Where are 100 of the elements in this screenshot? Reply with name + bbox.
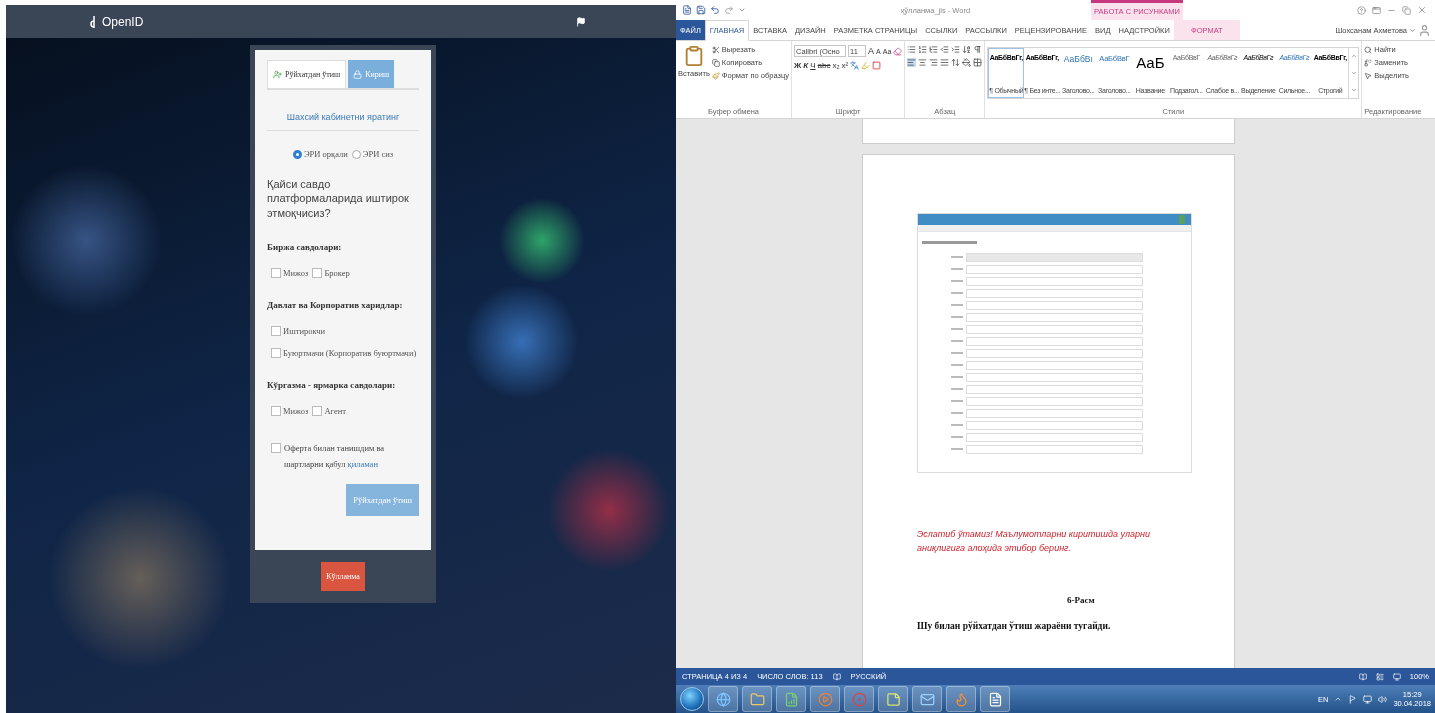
checkbox-label: Иштирокчи: [283, 325, 326, 336]
mail-icon: [919, 691, 935, 707]
borders-icon[interactable]: [973, 58, 983, 67]
radio-button[interactable]: [292, 149, 302, 159]
document-icon: [682, 5, 692, 15]
tray-expand-icon[interactable]: [1334, 695, 1343, 703]
numbering-icon[interactable]: [918, 45, 928, 54]
checkbox[interactable]: [271, 442, 281, 453]
chart-file-icon: [783, 691, 799, 707]
pointer-icon: [1364, 71, 1373, 80]
user-plus-icon: [273, 70, 282, 79]
format-button[interactable]: К: [803, 61, 809, 70]
avatar-icon: [1418, 23, 1431, 37]
figure-caption: 6-Расм: [1067, 595, 1096, 605]
format-button[interactable]: abc: [817, 61, 831, 70]
checkbox[interactable]: [271, 347, 281, 358]
network-icon[interactable]: [1363, 694, 1373, 704]
align-center-icon[interactable]: [918, 58, 928, 67]
agreement-link[interactable]: қиламан: [347, 459, 378, 470]
close-icon[interactable]: [1417, 5, 1427, 15]
play-icon: [817, 691, 833, 707]
taskbar-app[interactable]: [980, 686, 1010, 712]
indent-decrease-icon[interactable]: [940, 45, 950, 54]
align-left-icon[interactable]: [907, 58, 917, 67]
taskbar-app[interactable]: [776, 686, 806, 712]
sticky-note-icon: [885, 691, 901, 707]
checkbox[interactable]: [271, 405, 281, 416]
flag-icon[interactable]: [576, 16, 586, 27]
checkbox[interactable]: [271, 325, 281, 336]
bullets-icon[interactable]: [907, 45, 917, 54]
radio-label: ЭРИ сиз: [362, 149, 394, 159]
line-spacing-icon[interactable]: [951, 58, 961, 67]
caret-icon[interactable]: [738, 6, 746, 14]
flame-icon: [953, 691, 969, 707]
highlighter-icon[interactable]: [861, 61, 871, 70]
format-button[interactable]: Ч: [810, 61, 816, 70]
more-icon[interactable]: [1350, 86, 1357, 93]
taskbar-app[interactable]: [708, 686, 738, 712]
checkbox[interactable]: [271, 267, 281, 278]
format-button[interactable]: x²: [841, 61, 849, 70]
section-heading: Давлат ва Корпоратив харидлар:: [267, 299, 404, 310]
lock-icon: [353, 69, 363, 79]
taskbar-app[interactable]: [946, 686, 976, 712]
circle-icon: [851, 691, 867, 707]
scroll-down-icon[interactable]: [1350, 70, 1357, 76]
section-heading: Кўргазма - ярмарка савдолари:: [267, 379, 397, 390]
taskbar-app[interactable]: [878, 686, 908, 712]
caret-icon[interactable]: [1409, 26, 1416, 34]
web-layout-icon[interactable]: [1392, 672, 1401, 681]
undo-icon[interactable]: [710, 5, 720, 15]
section-heading: Биржа савдолари:: [267, 241, 343, 252]
print-layout-icon[interactable]: [1375, 672, 1384, 681]
restore-icon[interactable]: [1402, 5, 1411, 15]
taskbar-app[interactable]: [912, 686, 942, 712]
manual-button[interactable]: Кўлланма: [321, 562, 365, 591]
replace-icon: [1364, 58, 1373, 67]
paintbrush-icon: [711, 71, 720, 80]
scroll-up-icon[interactable]: [1350, 53, 1357, 60]
format-button[interactable]: x₂: [832, 61, 840, 70]
brand-name: OpenID: [102, 14, 144, 29]
checkbox-label: Мижоз: [283, 405, 309, 416]
pilcrow-icon[interactable]: [973, 45, 983, 54]
taskbar-app[interactable]: [844, 686, 874, 712]
align-right-icon[interactable]: [929, 58, 939, 67]
checkbox[interactable]: [312, 405, 323, 416]
ribbon-display-icon[interactable]: [1372, 5, 1381, 15]
indent-increase-icon[interactable]: [951, 45, 961, 54]
document-icon: [987, 691, 1003, 707]
checkbox-label: Буюртмачи (Корпоратив буюртмачи): [283, 347, 417, 358]
help-icon[interactable]: [1357, 5, 1366, 15]
copy-icon: [711, 58, 720, 67]
form-title: Шахсий кабинетни яратинг: [285, 112, 401, 122]
paragraph: Шу билан рўйхатдан ўтиш жараёни тугайди.: [917, 621, 1112, 631]
sort-icon[interactable]: [962, 45, 972, 54]
format-button[interactable]: Ж: [794, 61, 802, 70]
eraser-icon[interactable]: [893, 46, 903, 56]
justify-icon[interactable]: [940, 58, 950, 67]
radio-label: ЭРИ орқали: [303, 149, 348, 159]
search-icon: [1364, 45, 1373, 54]
start-button[interactable]: [680, 687, 704, 711]
volume-icon[interactable]: [1378, 694, 1388, 704]
checkbox[interactable]: [312, 267, 323, 278]
checkbox-label: Мижоз: [283, 267, 309, 278]
proofing-icon[interactable]: [832, 672, 841, 681]
save-icon[interactable]: [696, 5, 706, 15]
taskbar-app[interactable]: [742, 686, 772, 712]
checkbox-label: Агент: [324, 405, 346, 416]
warning-note: Эслатиб ўтамиз! Маълумотларни киритишда уларни аниқлигига алоҳида этибор беринг.: [917, 528, 1151, 555]
redo-icon[interactable]: [724, 5, 734, 15]
font-size-button[interactable]: A: [868, 46, 875, 56]
form-tab[interactable]: Рўйхатдан ўтиш: [267, 60, 347, 88]
text-effects-icon[interactable]: [850, 61, 860, 70]
multilevel-list-icon[interactable]: [929, 45, 939, 54]
scissors-icon: [711, 45, 720, 54]
read-mode-icon[interactable]: [1358, 672, 1367, 681]
taskbar-app[interactable]: [810, 686, 840, 712]
checkbox-label: Брокер: [324, 267, 350, 278]
agreement-text: Оферта билан танишдим ва шартларни қабул қиламан: [284, 441, 386, 472]
radio-button[interactable]: [351, 149, 361, 159]
shading-icon[interactable]: [962, 58, 972, 67]
